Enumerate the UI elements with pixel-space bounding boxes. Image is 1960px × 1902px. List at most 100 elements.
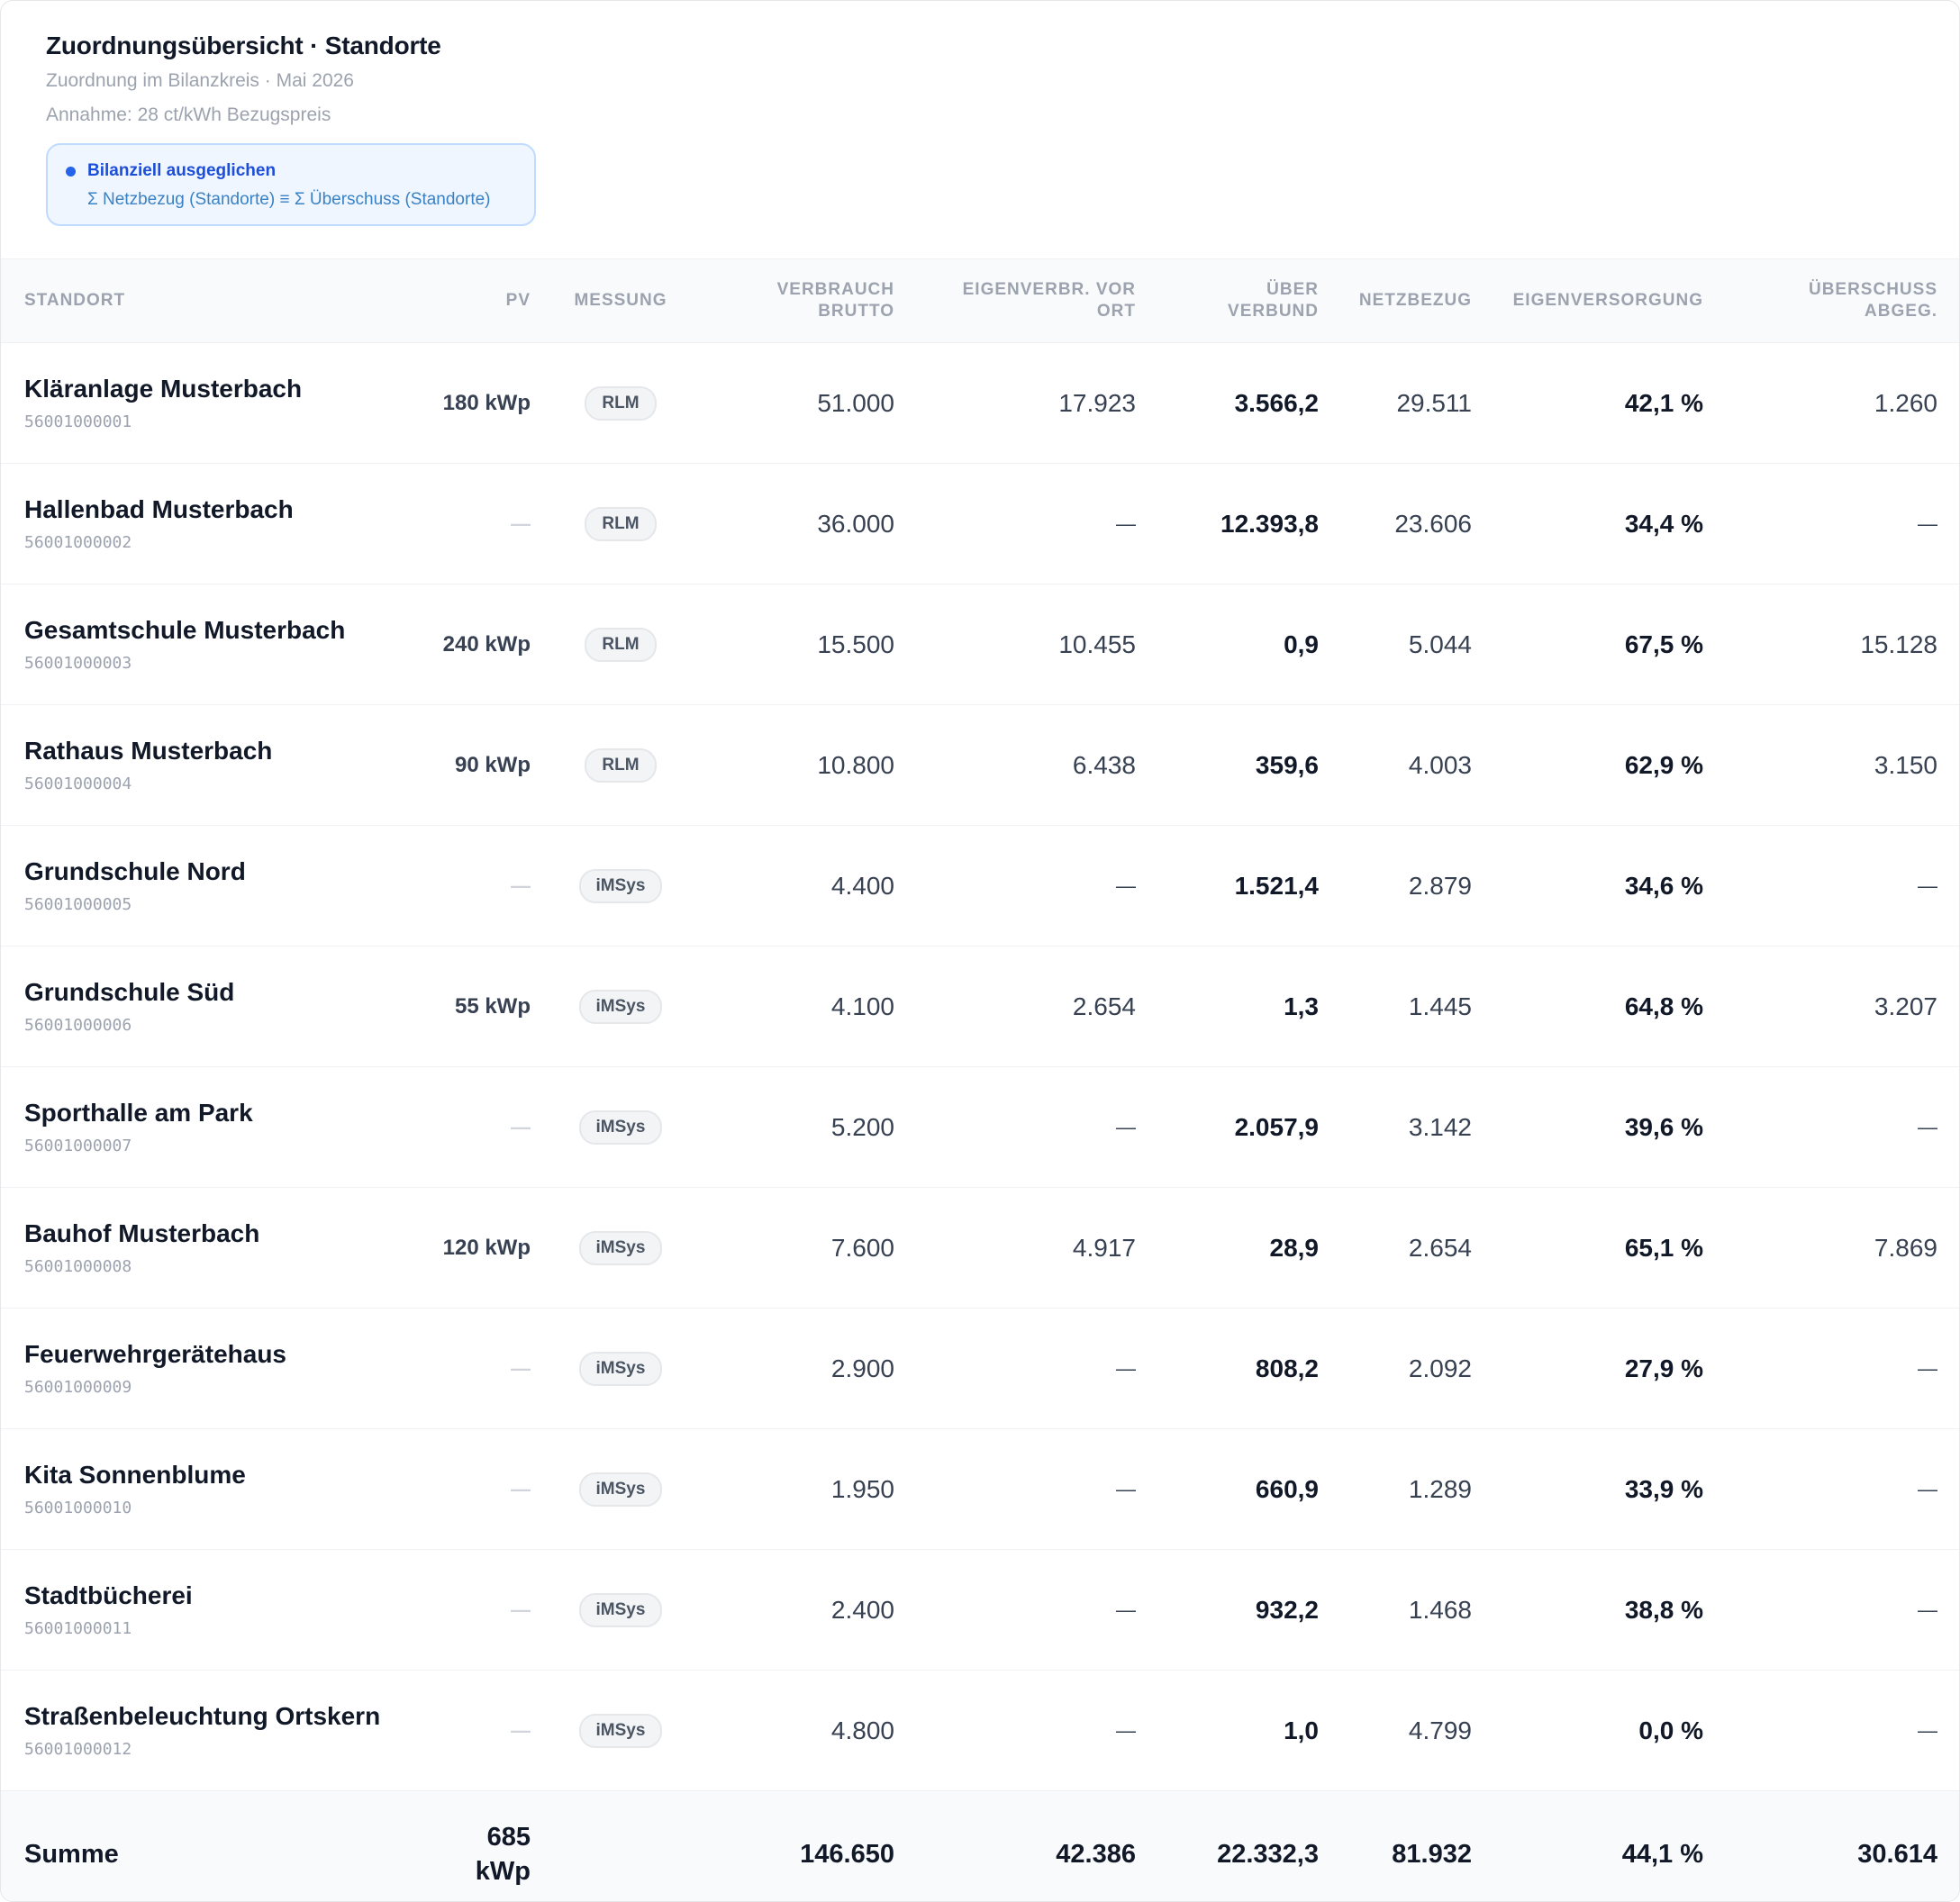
table-row[interactable]: Feuerwehrgerätehaus 56001000009 — iMSys … xyxy=(1,1309,1959,1429)
measurement-badge: iMSys xyxy=(578,1472,663,1507)
site-name: Kläranlage Musterbach xyxy=(24,374,303,403)
measurement-badge: RLM xyxy=(585,747,657,783)
page-subtitle: Zuordnung im Bilanzkreis · Mai 2026 xyxy=(46,70,354,91)
pv-value: 120 kWp xyxy=(442,1235,531,1260)
table-row[interactable]: Stadtbücherei 56001000011 — iMSys 2.400 … xyxy=(1,1550,1959,1671)
pv-value: — xyxy=(511,1356,531,1380)
site-cell: Grundschule Nord 56001000005 xyxy=(24,826,403,946)
self-supply-value: 27,9 % xyxy=(1624,1354,1703,1382)
site-id: 56001000002 xyxy=(24,532,132,552)
consumption-value: 15.500 xyxy=(817,629,894,658)
column-header-self-supply[interactable]: EIGENVERSORGUNG xyxy=(1496,259,1703,342)
site-name: Bauhof Musterbach xyxy=(24,1218,260,1247)
pv-value: — xyxy=(511,1598,531,1621)
pv-cell: — xyxy=(397,1067,531,1187)
table-row[interactable]: Kita Sonnenblume 56001000010 — iMSys 1.9… xyxy=(1,1429,1959,1550)
column-header-via-network[interactable]: ÜBER VERBUND xyxy=(1163,259,1319,342)
totals-label: Summe xyxy=(24,1839,119,1869)
pv-value: 240 kWp xyxy=(442,631,531,657)
grid-value: 29.511 xyxy=(1396,388,1472,417)
consumption-value: 4.400 xyxy=(830,871,894,900)
self-supply-value: 34,6 % xyxy=(1624,871,1703,900)
site-name: Kita Sonnenblume xyxy=(24,1460,246,1489)
via-network-value: 1.521,4 xyxy=(1234,871,1319,900)
table-row[interactable]: Bauhof Musterbach 56001000008 120 kWp iM… xyxy=(1,1188,1959,1309)
surplus-value: 1.260 xyxy=(1874,388,1937,417)
surplus-value: — xyxy=(1918,1477,1937,1500)
site-name: Sporthalle am Park xyxy=(24,1098,253,1127)
via-network-value: 12.393,8 xyxy=(1220,509,1319,538)
surplus-value: 3.150 xyxy=(1874,750,1937,779)
column-header-grid[interactable]: NETZBEZUG xyxy=(1334,259,1472,342)
site-name: Straßenbeleuchtung Ortskern xyxy=(24,1701,381,1730)
column-header-pv[interactable]: PV xyxy=(397,259,531,342)
measurement-cell: iMSys xyxy=(559,1309,682,1428)
column-header-self-consumption[interactable]: EIGENVERBR. VOR ORT xyxy=(911,259,1136,342)
consumption-value: 2.900 xyxy=(830,1354,894,1382)
table-row[interactable]: Grundschule Nord 56001000005 — iMSys 4.4… xyxy=(1,826,1959,946)
pv-value: — xyxy=(511,1718,531,1742)
column-header-consumption[interactable]: VERBRAUCH BRUTTO xyxy=(694,259,894,342)
grid-value: 4.799 xyxy=(1408,1716,1472,1744)
measurement-badge: iMSys xyxy=(578,989,663,1024)
self-consumption-value: — xyxy=(1116,874,1136,897)
measurement-badge: iMSys xyxy=(578,1230,663,1265)
via-network-value: 2.057,9 xyxy=(1234,1112,1319,1141)
grid-value: 2.092 xyxy=(1408,1354,1472,1382)
site-name: Stadtbücherei xyxy=(24,1580,193,1609)
site-id: 56001000004 xyxy=(24,774,132,793)
pv-cell: — xyxy=(397,1550,531,1670)
measurement-cell: iMSys xyxy=(559,946,682,1066)
self-supply-value: 38,8 % xyxy=(1624,1595,1703,1624)
column-header-surplus[interactable]: ÜBERSCHUSS ABGEG. xyxy=(1730,259,1937,342)
table-row[interactable]: Sporthalle am Park 56001000007 — iMSys 5… xyxy=(1,1067,1959,1188)
totals-pv-cell: 685 kWp xyxy=(397,1791,531,1901)
surplus-value: 15.128 xyxy=(1860,629,1937,658)
measurement-cell: RLM xyxy=(559,705,682,825)
site-id: 56001000009 xyxy=(24,1377,132,1397)
table-row[interactable]: Straßenbeleuchtung Ortskern 56001000012 … xyxy=(1,1671,1959,1791)
site-cell: Stadtbücherei 56001000011 xyxy=(24,1550,403,1670)
pv-value: 55 kWp xyxy=(454,993,531,1019)
site-table: STANDORT PV MESSUNG VERBRAUCH BRUTTO EIG… xyxy=(1,258,1959,1901)
table-row[interactable]: Gesamtschule Musterbach 56001000003 240 … xyxy=(1,584,1959,705)
site-cell: Bauhof Musterbach 56001000008 xyxy=(24,1188,403,1308)
self-consumption-value: — xyxy=(1116,1356,1136,1380)
measurement-cell: iMSys xyxy=(559,1067,682,1187)
self-consumption-value: 10.455 xyxy=(1058,629,1136,658)
surplus-value: 7.869 xyxy=(1874,1233,1937,1262)
measurement-cell: iMSys xyxy=(559,826,682,946)
self-supply-value: 34,4 % xyxy=(1624,509,1703,538)
grid-value: 5.044 xyxy=(1408,629,1472,658)
grid-value: 1.468 xyxy=(1408,1595,1472,1624)
grid-value: 2.654 xyxy=(1408,1233,1472,1262)
column-header-measurement[interactable]: MESSUNG xyxy=(559,259,682,342)
self-supply-value: 67,5 % xyxy=(1624,629,1703,658)
balance-status-box: Bilanziell ausgeglichen Σ Netzbezug (Sta… xyxy=(46,143,536,226)
site-allocation-card: Zuordnungsübersicht · Standorte Zuordnun… xyxy=(0,0,1960,1902)
pv-value: — xyxy=(511,874,531,897)
table-row[interactable]: Kläranlage Musterbach 56001000001 180 kW… xyxy=(1,343,1959,464)
surplus-value: — xyxy=(1918,1598,1937,1621)
measurement-cell: iMSys xyxy=(559,1429,682,1549)
site-cell: Hallenbad Musterbach 56001000002 xyxy=(24,464,403,584)
card-header: Zuordnungsübersicht · Standorte Zuordnun… xyxy=(46,28,441,131)
self-supply-value: 0,0 % xyxy=(1638,1716,1703,1744)
pv-cell: — xyxy=(397,1429,531,1549)
grid-value: 1.289 xyxy=(1408,1474,1472,1503)
site-name: Grundschule Süd xyxy=(24,977,235,1006)
measurement-badge: iMSys xyxy=(578,1110,663,1145)
self-supply-value: 62,9 % xyxy=(1624,750,1703,779)
column-header-site[interactable]: STANDORT xyxy=(24,259,403,342)
table-row[interactable]: Hallenbad Musterbach 56001000002 — RLM 3… xyxy=(1,464,1959,584)
site-id: 56001000003 xyxy=(24,653,132,673)
consumption-value: 10.800 xyxy=(817,750,894,779)
pv-cell: 180 kWp xyxy=(397,343,531,463)
surplus-value: — xyxy=(1918,512,1937,535)
table-row[interactable]: Grundschule Süd 56001000006 55 kWp iMSys… xyxy=(1,946,1959,1067)
table-row[interactable]: Rathaus Musterbach 56001000004 90 kWp RL… xyxy=(1,705,1959,826)
pv-value: — xyxy=(511,1477,531,1500)
totals-row: Summe 685 kWp 146.650 42.386 22.332,3 81… xyxy=(1,1791,1959,1901)
pv-value: — xyxy=(511,1115,531,1138)
self-consumption-value: — xyxy=(1116,1598,1136,1621)
